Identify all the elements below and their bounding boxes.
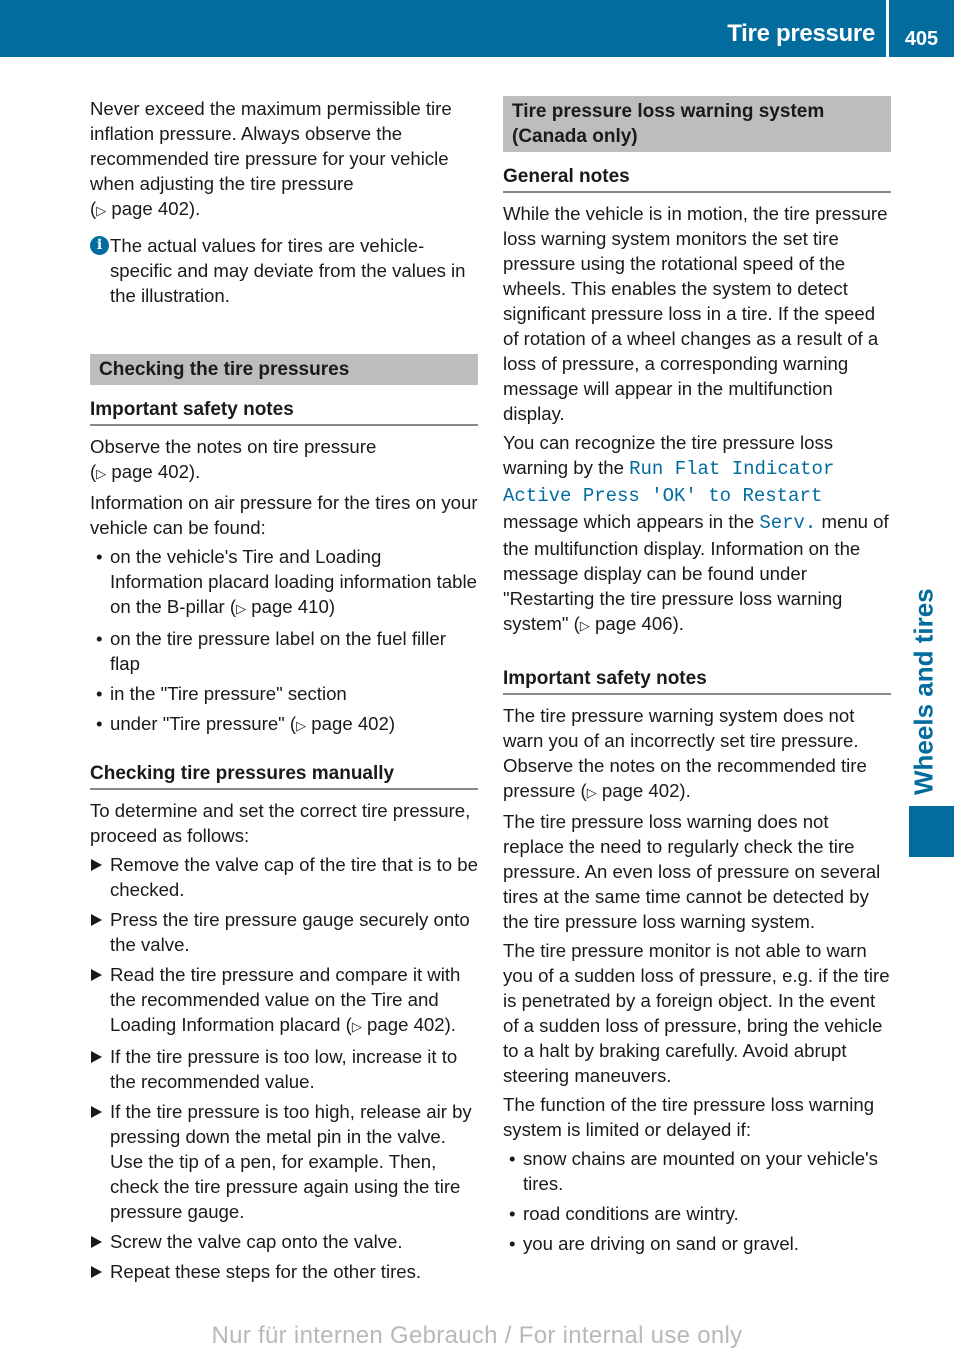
condition-list: snow chains are mounted on your vehicle'… — [503, 1146, 891, 1256]
page-ref-icon: ▷ — [586, 785, 597, 800]
manual-intro: To determine and set the correct tire pr… — [90, 800, 471, 846]
list-item: snow chains are mounted on your vehicle'… — [503, 1146, 891, 1196]
list-item: under "Tire pressure" (▷ page 402) — [90, 711, 478, 738]
section-heading: Checking the tire pressures — [90, 354, 478, 385]
right-column: Tire pressure loss warning system (Canad… — [503, 96, 891, 1261]
step-arrow-icon — [91, 914, 102, 926]
safety-paragraph: The tire pressure monitor is not able to… — [503, 940, 890, 1086]
subheading-general: General notes — [503, 164, 891, 193]
step-arrow-icon — [91, 1051, 102, 1063]
safety-paragraph: The function of the tire pressure loss w… — [503, 1094, 875, 1140]
page-ref-icon: ▷ — [351, 1019, 362, 1034]
step-arrow-icon — [91, 859, 102, 871]
step-item: Screw the valve cap onto the valve. — [90, 1229, 478, 1254]
watermark: Nur für internen Gebrauch / For internal… — [211, 1322, 743, 1349]
page-ref-link[interactable]: page 402). — [111, 198, 200, 219]
step-arrow-icon — [91, 1236, 102, 1248]
step-item: Remove the valve cap of the tire that is… — [90, 852, 478, 902]
page-ref-icon: ▷ — [296, 718, 307, 733]
side-tab-marker — [909, 806, 954, 857]
page-ref-link[interactable]: page 406). — [595, 613, 684, 634]
step-item: If the tire pressure is too high, releas… — [90, 1099, 478, 1224]
step-item: Read the tire pressure and compare it wi… — [90, 962, 478, 1039]
page-ref-link[interactable]: page 402). — [367, 1014, 456, 1035]
list-item: on the tire pressure label on the fuel f… — [90, 626, 478, 676]
location-list: on the vehicle's Tire and Loading Inform… — [90, 544, 478, 738]
step-item: If the tire pressure is too low, increas… — [90, 1044, 478, 1094]
section-heading: Tire pressure loss warning system (Canad… — [503, 96, 891, 152]
page-ref-link[interactable]: page 410) — [251, 596, 335, 617]
page-ref-link[interactable]: page 402) — [311, 713, 395, 734]
menu-name: Serv. — [759, 512, 817, 534]
safety-paragraph: The tire pressure warning system does no… — [503, 705, 867, 801]
chapter-title: Tire pressure — [727, 20, 875, 47]
info-note: i The actual values for tires are vehicl… — [90, 233, 478, 308]
page-ref-icon: ▷ — [236, 601, 247, 616]
step-arrow-icon — [91, 1106, 102, 1118]
side-tab-label: Wheels and tires — [908, 588, 939, 795]
step-item: Press the tire pressure gauge securely o… — [90, 907, 478, 957]
list-item: on the vehicle's Tire and Loading Inform… — [90, 544, 478, 621]
page-ref-link[interactable]: page 402). — [111, 461, 200, 482]
safety-paragraph: Observe the notes on tire pressure (▷ pa… — [90, 436, 377, 482]
subheading-safety: Important safety notes — [90, 397, 478, 426]
subheading-safety: Important safety notes — [503, 666, 891, 695]
safety-paragraph: The tire pressure loss warning does not … — [503, 811, 881, 932]
page-number: 405 — [904, 28, 939, 50]
page-ref-icon: ▷ — [96, 203, 107, 218]
list-item: in the "Tire pressure" section — [90, 681, 478, 706]
list-item: you are driving on sand or gravel. — [503, 1231, 891, 1256]
safety-paragraph: Information on air pressure for the tire… — [90, 492, 478, 538]
intro-paragraph: Never exceed the maximum permissible tir… — [90, 98, 452, 219]
general-paragraph: You can recognize the tire pressure loss… — [503, 432, 889, 634]
subheading-manual: Checking tire pressures manually — [90, 761, 478, 790]
step-list: Remove the valve cap of the tire that is… — [90, 852, 478, 1284]
list-item: road conditions are wintry. — [503, 1201, 891, 1226]
step-arrow-icon — [91, 1266, 102, 1278]
info-icon: i — [90, 236, 109, 255]
page-ref-link[interactable]: page 402). — [602, 780, 691, 801]
step-arrow-icon — [91, 969, 102, 981]
step-item: Repeat these steps for the other tires. — [90, 1259, 478, 1284]
left-column: Never exceed the maximum permissible tir… — [90, 96, 478, 1289]
general-paragraph: While the vehicle is in motion, the tire… — [503, 203, 888, 424]
page-ref-icon: ▷ — [96, 466, 107, 481]
page-ref-icon: ▷ — [579, 618, 590, 633]
